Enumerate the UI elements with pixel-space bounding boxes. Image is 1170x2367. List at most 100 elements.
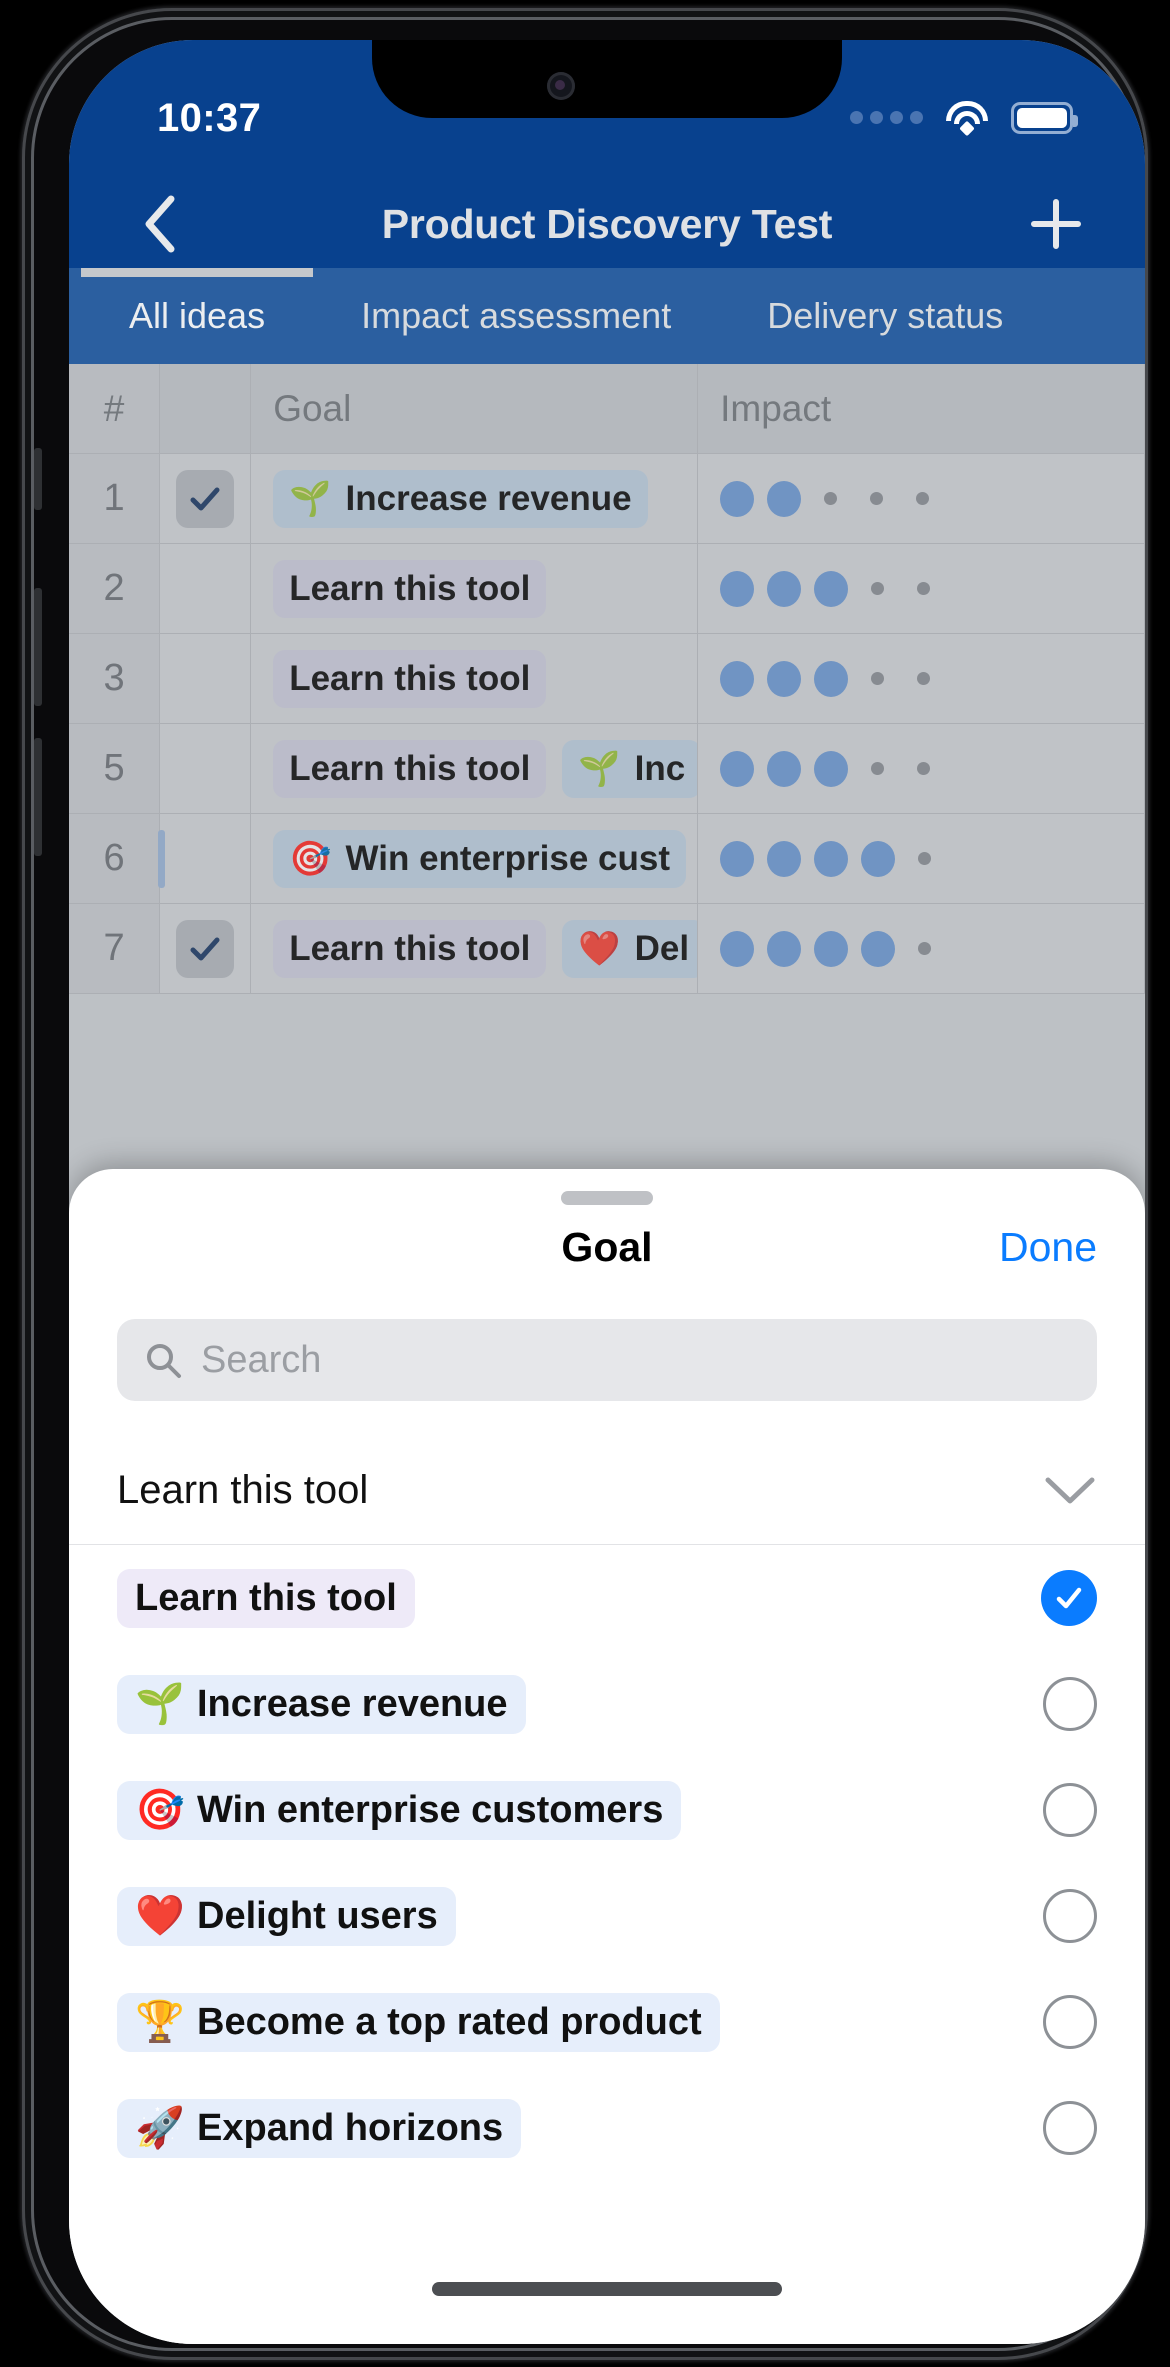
impact-dot-empty: [917, 762, 931, 775]
option-emoji-icon: 🎯: [135, 1788, 185, 1832]
add-button[interactable]: [1023, 191, 1089, 257]
impact-cell[interactable]: [698, 454, 1145, 543]
row-number: 1: [69, 454, 161, 543]
table-row[interactable]: 6 🎯 Win enterprise cust: [69, 814, 1145, 904]
impact-rating: [720, 750, 940, 787]
impact-cell[interactable]: [698, 814, 1145, 903]
radio-unselected-icon[interactable]: [1043, 1995, 1097, 2049]
silence-switch[interactable]: [34, 448, 42, 510]
table-row[interactable]: 1 🌱 Increase revenue: [69, 454, 1145, 544]
table-row[interactable]: 5 Learn this tool 🌱 Inc: [69, 724, 1145, 814]
tab-delivery-status[interactable]: Delivery status: [719, 268, 1051, 364]
row-status-cell[interactable]: [160, 634, 252, 723]
tab-label: Delivery status: [767, 295, 1004, 336]
impact-dot-filled: [814, 570, 849, 607]
row-number: 3: [69, 634, 161, 723]
goal-option-row[interactable]: 🌱 Increase revenue: [117, 1651, 1145, 1757]
table-row[interactable]: 2 Learn this tool: [69, 544, 1145, 634]
impact-dot-filled: [814, 750, 849, 787]
battery-full-icon: [1011, 102, 1078, 134]
goal-chip-label: Learn this tool: [289, 748, 531, 788]
goal-emoji-icon: ❤️: [578, 929, 621, 968]
goal-option-row[interactable]: ❤️ Delight users: [117, 1863, 1145, 1969]
done-button[interactable]: Done: [999, 1224, 1097, 1271]
wifi-icon: [945, 101, 989, 137]
goal-cell[interactable]: 🎯 Win enterprise cust: [251, 814, 699, 903]
chevron-down-icon[interactable]: [1043, 1474, 1097, 1508]
impact-dot-empty: [917, 672, 931, 685]
header-cell-impact: Impact: [698, 364, 1145, 453]
goal-cell[interactable]: Learn this tool 🌱 Inc: [251, 724, 699, 813]
impact-dot-empty: [917, 582, 931, 595]
goal-option-row[interactable]: 🚀 Expand horizons: [117, 2075, 1145, 2181]
table-body[interactable]: 1 🌱 Increase revenue 2 Learn this tool 3 Learn…: [69, 454, 1145, 994]
table-row[interactable]: 7 Learn this tool ❤️ Del: [69, 904, 1145, 994]
goal-chip-label: Learn this tool: [289, 568, 531, 608]
impact-dot-empty: [871, 762, 885, 775]
volume-up-button[interactable]: [34, 588, 42, 706]
tab-impact-assessment[interactable]: Impact assessment: [313, 268, 719, 364]
row-status-cell[interactable]: [158, 814, 252, 903]
row-status-cell[interactable]: [160, 724, 252, 813]
impact-cell[interactable]: [698, 724, 1145, 813]
option-chip: 🌱 Increase revenue: [117, 1674, 526, 1734]
goal-chip: Learn this tool: [273, 649, 547, 708]
goal-chip: Learn this tool: [273, 739, 547, 798]
goal-option-row[interactable]: 🏆 Become a top rated product: [117, 1969, 1145, 2075]
impact-dot-filled: [767, 480, 802, 517]
selected-value-label: Learn this tool: [117, 1468, 369, 1512]
option-label: Win enterprise customers: [197, 1788, 664, 1831]
impact-rating: [720, 660, 940, 697]
table-row[interactable]: 3 Learn this tool: [69, 634, 1145, 724]
goal-chip-label: Inc: [634, 748, 686, 788]
impact-dot-filled: [767, 660, 802, 697]
radio-unselected-icon[interactable]: [1043, 1783, 1097, 1837]
row-status-cell[interactable]: [160, 454, 252, 543]
sheet-grabber[interactable]: [561, 1191, 653, 1205]
goal-emoji-icon: 🎯: [289, 839, 332, 878]
radio-unselected-icon[interactable]: [1043, 1677, 1097, 1731]
impact-cell[interactable]: [698, 544, 1145, 633]
impact-cell[interactable]: [698, 634, 1145, 723]
goal-option-row[interactable]: Learn this tool: [117, 1545, 1145, 1651]
option-label: Delight users: [197, 1894, 438, 1937]
row-status-cell[interactable]: [160, 544, 252, 633]
goal-emoji-icon: 🌱: [578, 749, 621, 788]
search-input[interactable]: Search: [117, 1319, 1097, 1401]
front-camera: [547, 72, 575, 100]
goal-cell[interactable]: 🌱 Increase revenue: [251, 454, 699, 543]
volume-down-button[interactable]: [34, 738, 42, 856]
impact-dot-empty: [870, 492, 884, 505]
tab-scroll-container[interactable]: All ideas Impact assessment Delivery sta…: [69, 268, 1051, 364]
goal-cell[interactable]: Learn this tool: [251, 544, 699, 633]
impact-dot-filled: [861, 930, 896, 967]
tab-label: Impact assessment: [361, 295, 672, 336]
back-button[interactable]: [129, 194, 189, 254]
impact-dot-filled: [814, 660, 849, 697]
sheet-title: Goal: [561, 1223, 653, 1270]
page-title: Product Discovery Test: [381, 200, 833, 247]
radio-unselected-icon[interactable]: [1043, 2101, 1097, 2155]
impact-dot-empty: [824, 492, 838, 505]
notch: [372, 40, 842, 118]
impact-rating: [720, 570, 940, 607]
checkmark-icon: [176, 469, 235, 528]
goal-option-row[interactable]: 🎯 Win enterprise customers: [117, 1757, 1145, 1863]
home-indicator[interactable]: [432, 2282, 782, 2296]
option-chip: 🎯 Win enterprise customers: [117, 1780, 682, 1840]
impact-dot-filled: [767, 750, 802, 787]
status-bar: 10:37: [69, 40, 1145, 180]
goal-cell[interactable]: Learn this tool: [251, 634, 699, 723]
row-status-cell[interactable]: [160, 904, 252, 993]
goal-option-list[interactable]: Learn this tool 🌱 Increase revenue 🎯 Win ent…: [69, 1545, 1145, 2181]
impact-cell[interactable]: [698, 904, 1145, 993]
header-cell-status: [160, 364, 252, 453]
radio-unselected-icon[interactable]: [1043, 1889, 1097, 1943]
impact-dot-empty: [871, 672, 885, 685]
option-label: Increase revenue: [197, 1682, 508, 1725]
selected-value-row[interactable]: Learn this tool: [69, 1437, 1145, 1545]
impact-dot-filled: [720, 750, 755, 787]
goal-cell[interactable]: Learn this tool ❤️ Del: [251, 904, 699, 993]
radio-selected-icon[interactable]: [1041, 1570, 1097, 1626]
tab-all-ideas[interactable]: All ideas: [81, 268, 314, 364]
